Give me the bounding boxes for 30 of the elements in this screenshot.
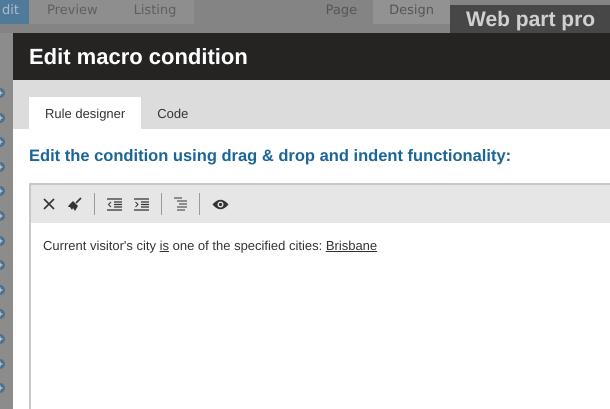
expand-icon	[0, 309, 6, 320]
tab[interactable]: Rule designer	[29, 97, 142, 129]
expand-icon	[0, 88, 6, 98]
rule-text: one of the specified cities:	[172, 238, 324, 253]
expand-icon	[0, 236, 6, 246]
indent-icon[interactable]	[134, 198, 149, 210]
rule-link[interactable]: Brisbane	[326, 238, 378, 253]
expand-icon	[0, 112, 6, 123]
expand-icon	[0, 186, 6, 196]
tab[interactable]: Code	[141, 97, 204, 129]
expand-icon	[0, 260, 6, 270]
broom-icon[interactable]	[67, 196, 82, 212]
expand-icon	[0, 137, 6, 148]
dialog-title: Edit macro condition	[29, 44, 248, 70]
section-heading: Edit the condition using drag & drop and indent functionality:	[29, 147, 512, 166]
expand-icon	[0, 162, 6, 172]
expand-icon	[0, 383, 6, 394]
outdent-icon[interactable]	[107, 198, 122, 210]
dialog-title: Web part pro	[466, 8, 596, 32]
expand-icon	[0, 358, 6, 369]
expand-icon	[0, 210, 6, 221]
rule-link[interactable]: is	[160, 238, 170, 253]
mode-tab[interactable]: dit	[0, 0, 29, 24]
rule-text: Current visitor's city	[43, 238, 158, 253]
close-icon[interactable]	[43, 198, 55, 210]
expand-icon	[0, 334, 6, 344]
eye-icon[interactable]	[212, 198, 229, 210]
expand-icon	[0, 284, 6, 295]
align-icon[interactable]	[174, 197, 187, 211]
view-tab[interactable]: Design	[373, 0, 450, 24]
